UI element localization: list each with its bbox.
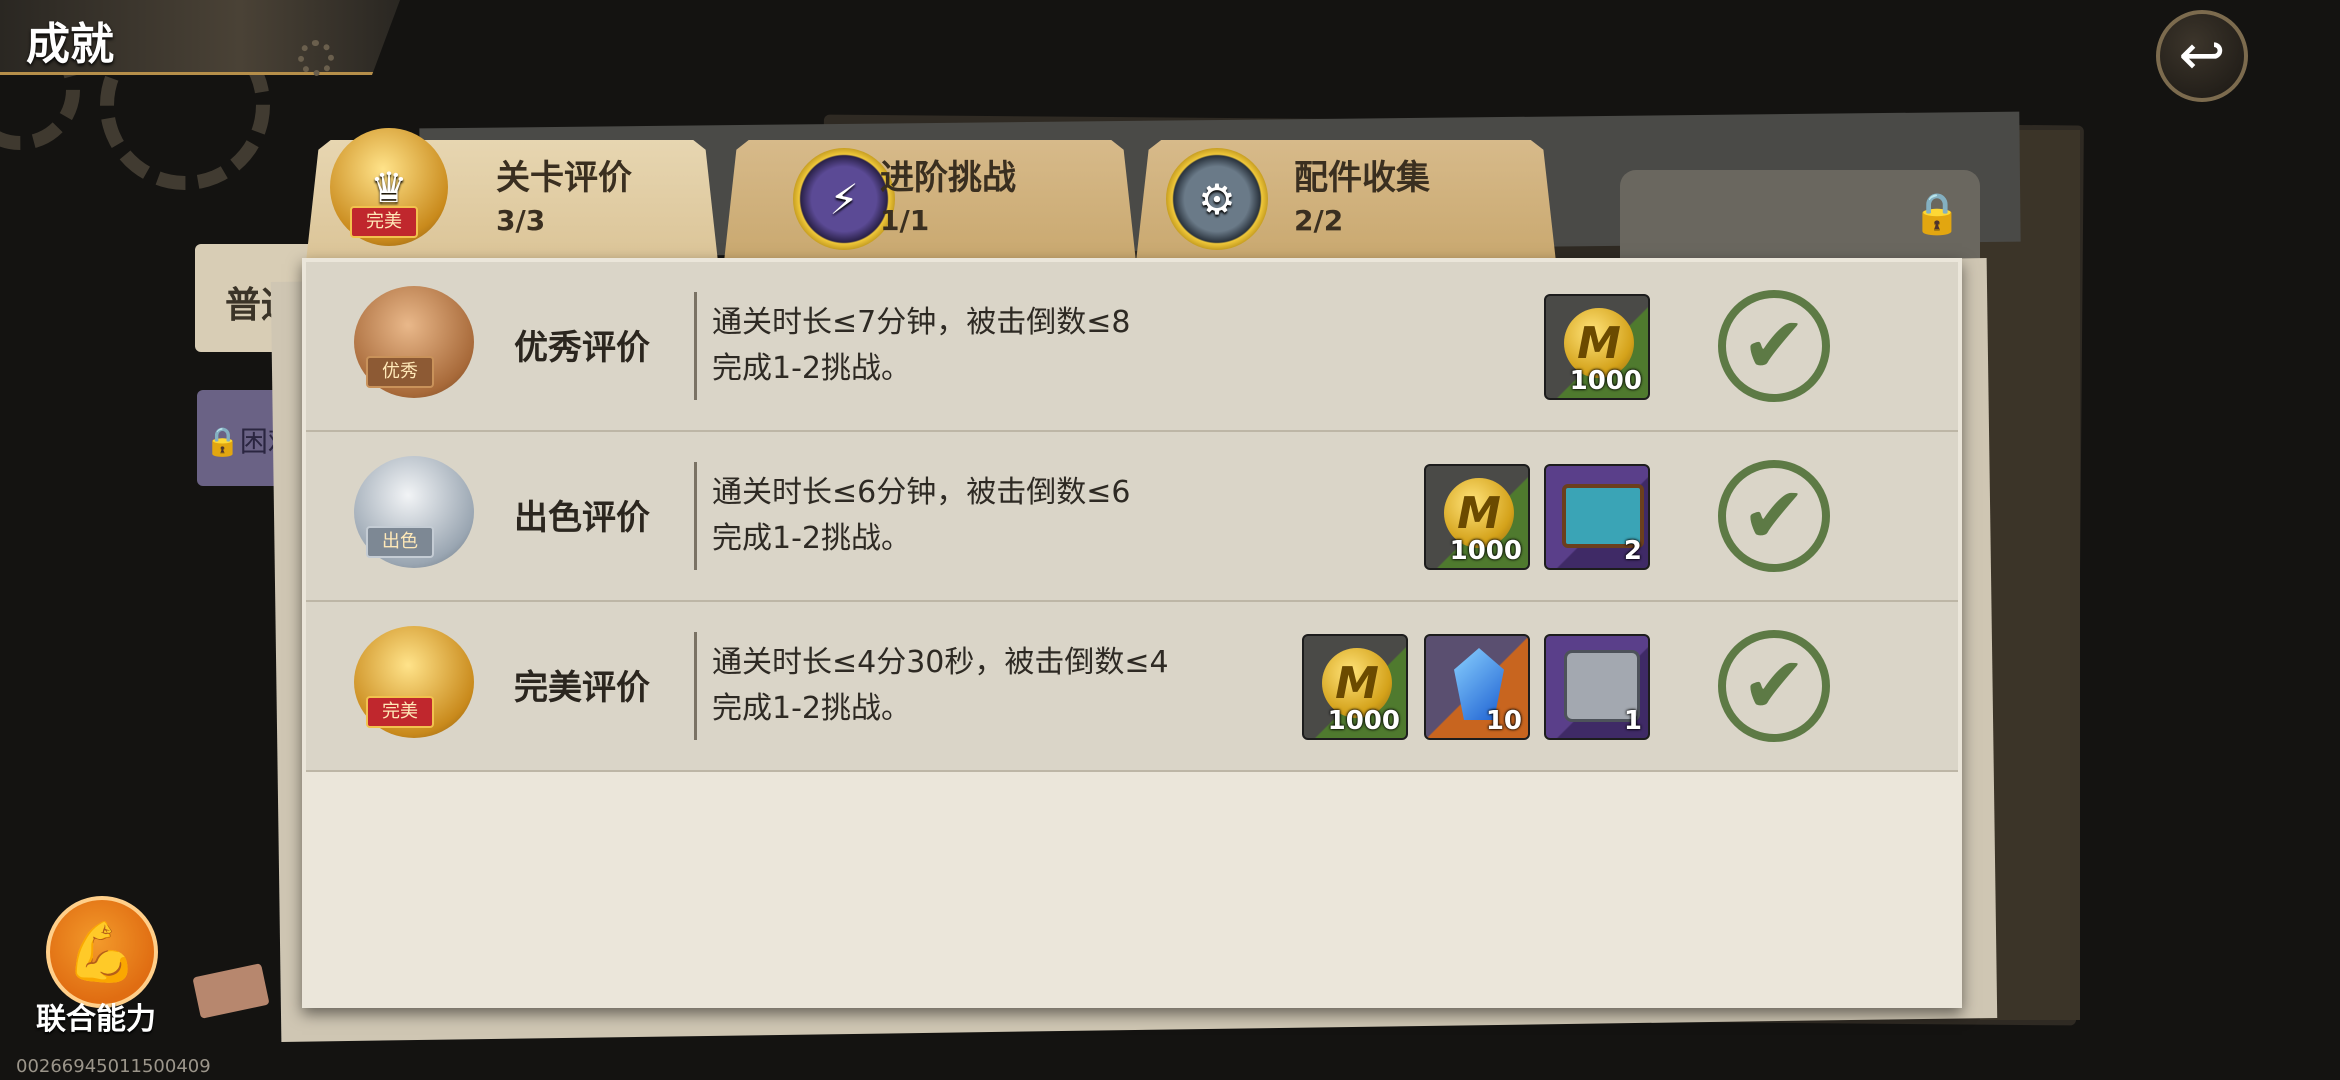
divider xyxy=(694,632,697,740)
divider xyxy=(694,292,697,400)
tab-count: 3/3 xyxy=(496,204,546,237)
tab-count: 1/1 xyxy=(880,204,930,237)
achievement-row: 优秀 优秀评价 通关时长≤7分钟，被击倒数≤8 完成1-2挑战。 M 1000 … xyxy=(306,262,1958,432)
achievement-row: 完美 完美评价 通关时长≤4分30秒，被击倒数≤4 完成1-2挑战。 M 100… xyxy=(306,602,1958,772)
description-line: 通关时长≤7分钟，被击倒数≤8 xyxy=(712,305,1131,340)
small-gear-icon xyxy=(298,40,334,76)
parts-medal-icon: ⚙ xyxy=(1166,148,1268,250)
reward-item[interactable]: M 1000 xyxy=(1302,634,1408,740)
muscle-icon: 💪 xyxy=(65,917,139,986)
divider xyxy=(694,462,697,570)
reward-quantity: 10 xyxy=(1485,706,1522,736)
return-arrow-icon: ↩ xyxy=(2178,23,2226,88)
back-button[interactable]: ↩ xyxy=(2156,10,2248,102)
tab-count: 2/2 xyxy=(1294,204,1344,237)
player-id: 002669450115004​09 xyxy=(16,1056,211,1077)
gold-medal-icon: ♛ 完美 xyxy=(330,128,448,246)
achievement-name: 完美评价 xyxy=(514,668,650,708)
achievement-description: 通关时长≤6分钟，被击倒数≤6 完成1-2挑战。 xyxy=(712,470,1130,562)
achievement-description: 通关时长≤7分钟，被击倒数≤8 完成1-2挑战。 xyxy=(712,300,1130,392)
completed-check-icon: ✔ xyxy=(1718,460,1830,572)
description-line: 完成1-2挑战。 xyxy=(712,521,911,556)
medal-ribbon: 完美 xyxy=(350,206,418,238)
joint-ability-button[interactable]: 💪 xyxy=(46,896,158,1008)
description-line: 通关时长≤4分30秒，被击倒数≤4 xyxy=(712,645,1169,680)
tab-label: 进阶挑战 xyxy=(880,158,1016,198)
reward-item[interactable]: 2 xyxy=(1544,464,1650,570)
achievement-name: 优秀评价 xyxy=(514,328,650,368)
achievement-row: 出色 出色评价 通关时长≤6分钟，被击倒数≤6 完成1-2挑战。 M 1000 … xyxy=(306,432,1958,602)
medal-ribbon: 优秀 xyxy=(366,356,434,388)
lock-icon: 🔒 xyxy=(1912,191,1962,237)
reward-quantity: 1000 xyxy=(1327,706,1400,736)
tab-label: 配件收集 xyxy=(1294,158,1430,198)
reward-quantity: 1 xyxy=(1623,706,1642,736)
gold-medal-icon: 完美 xyxy=(354,626,474,738)
ticket-icon xyxy=(192,963,270,1019)
silver-medal-icon: 出色 xyxy=(354,456,474,568)
completed-check-icon: ✔ xyxy=(1718,290,1830,402)
reward-item[interactable]: M 1000 xyxy=(1544,294,1650,400)
achievement-description: 通关时长≤4分30秒，被击倒数≤4 完成1-2挑战。 xyxy=(712,640,1169,732)
lock-icon: 🔒 xyxy=(205,425,240,458)
reward-item[interactable]: 10 xyxy=(1424,634,1530,740)
description-line: 通关时长≤6分钟，被击倒数≤6 xyxy=(712,475,1131,510)
achievement-name: 出色评价 xyxy=(514,498,650,538)
description-line: 完成1-2挑战。 xyxy=(712,351,911,386)
reward-item[interactable]: M 1000 xyxy=(1424,464,1530,570)
tab-label: 关卡评价 xyxy=(496,158,632,198)
gear-part-icon: ⚙ xyxy=(1198,174,1236,224)
completed-check-icon: ✔ xyxy=(1718,630,1830,742)
medal-ribbon: 出色 xyxy=(366,526,434,558)
page-title: 成就 xyxy=(26,19,114,70)
reward-quantity: 1000 xyxy=(1449,536,1522,566)
reward-quantity: 2 xyxy=(1623,536,1642,566)
bolt-icon: ⚡ xyxy=(829,174,859,224)
bronze-medal-icon: 优秀 xyxy=(354,286,474,398)
reward-item[interactable]: 1 xyxy=(1544,634,1650,740)
medal-ribbon: 完美 xyxy=(366,696,434,728)
trophy-figure-icon: ♛ xyxy=(370,162,408,212)
joint-ability-label: 联合能力 xyxy=(36,1002,156,1037)
description-line: 完成1-2挑战。 xyxy=(712,691,911,726)
reward-quantity: 1000 xyxy=(1569,366,1642,396)
